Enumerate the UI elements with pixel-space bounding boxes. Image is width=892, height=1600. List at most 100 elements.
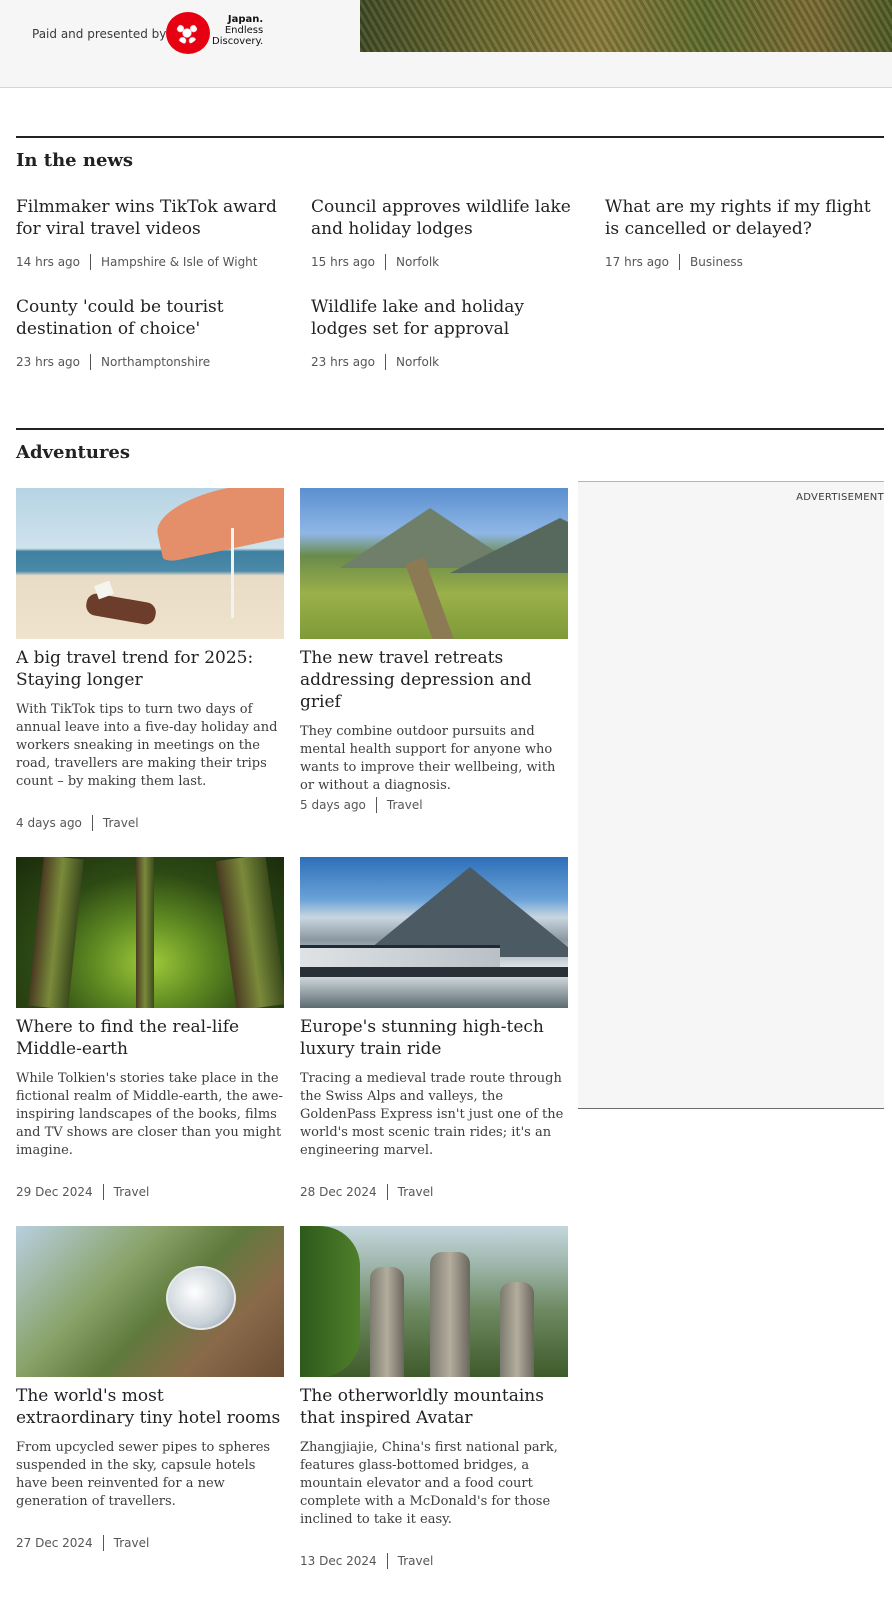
card-meta: 13 Dec 2024 Travel — [300, 1553, 433, 1569]
card-headline[interactable]: Where to find the real-life Middle-earth — [16, 1016, 284, 1060]
tree-trunk-shape — [136, 857, 154, 1008]
card-time: 27 Dec 2024 — [16, 1536, 93, 1550]
adventures-title: Adventures — [16, 442, 131, 463]
news-headline[interactable]: Council approves wildlife lake and holid… — [311, 196, 583, 240]
card-summary: With TikTok tips to turn two days of ann… — [16, 702, 278, 789]
alpine-train-image[interactable] — [300, 857, 568, 1008]
bridge-shape — [300, 967, 568, 977]
meta-divider — [385, 354, 387, 370]
trail-shape — [405, 557, 455, 639]
card-headline[interactable]: The world's most extraordinary tiny hote… — [16, 1385, 284, 1429]
news-time: 15 hrs ago — [311, 255, 376, 269]
card-tag[interactable]: Travel — [114, 1536, 150, 1550]
card-tag[interactable]: Travel — [103, 816, 139, 830]
adventure-card[interactable]: The otherworldly mountains that inspired… — [300, 1226, 568, 1529]
news-headline[interactable]: What are my rights if my flight is cance… — [605, 196, 885, 240]
meta-divider — [386, 1553, 388, 1569]
card-meta: 4 days ago Travel — [16, 815, 139, 831]
umbrella-pole-shape — [231, 528, 234, 618]
capsule-hotel-image[interactable] — [16, 1226, 284, 1377]
card-tag[interactable]: Travel — [387, 798, 423, 812]
beach-reading-image[interactable] — [16, 488, 284, 639]
adventure-card[interactable]: A big travel trend for 2025: Staying lon… — [16, 488, 284, 791]
card-time: 5 days ago — [300, 798, 366, 812]
news-time: 23 hrs ago — [311, 355, 376, 369]
sponsor-label: Paid and presented by — [32, 27, 167, 41]
card-meta: 29 Dec 2024 Travel — [16, 1184, 149, 1200]
card-headline[interactable]: The otherworldly mountains that inspired… — [300, 1385, 568, 1429]
avatar-mountains-image[interactable] — [300, 1226, 568, 1377]
card-tag[interactable]: Travel — [114, 1185, 150, 1199]
news-time: 17 hrs ago — [605, 255, 670, 269]
train-shape — [300, 945, 500, 967]
news-tag[interactable]: Norfolk — [396, 355, 439, 369]
umbrella-shape — [151, 488, 284, 563]
card-time: 28 Dec 2024 — [300, 1185, 377, 1199]
news-tag[interactable]: Northamptonshire — [101, 355, 210, 369]
news-meta: 23 hrs ago Northamptonshire — [16, 354, 210, 370]
meta-divider — [90, 354, 92, 370]
meta-divider — [386, 1184, 388, 1200]
rock-pillar-shape — [370, 1267, 404, 1377]
meta-divider — [90, 254, 92, 270]
card-headline[interactable]: The new travel retreats addressing depre… — [300, 647, 568, 713]
sponsor-hero-image[interactable] — [360, 0, 892, 52]
adventure-card[interactable]: Europe's stunning high-tech luxury train… — [300, 857, 568, 1160]
rock-pillar-shape — [500, 1282, 534, 1377]
news-meta: 15 hrs ago Norfolk — [311, 254, 439, 270]
brand-line1: Japan. — [227, 14, 264, 25]
news-meta: 14 hrs ago Hampshire & Isle of Wight — [16, 254, 258, 270]
meta-divider — [385, 254, 387, 270]
card-meta: 28 Dec 2024 Travel — [300, 1184, 433, 1200]
brand-line2: Endless — [224, 25, 264, 36]
adventure-card[interactable]: Where to find the real-life Middle-earth… — [16, 857, 284, 1160]
meta-divider — [91, 815, 93, 831]
adventure-card[interactable]: The new travel retreats addressing depre… — [300, 488, 568, 795]
mountain-shape — [450, 518, 568, 573]
news-item[interactable]: Filmmaker wins TikTok award for viral tr… — [16, 196, 288, 240]
mossy-forest-image[interactable] — [16, 857, 284, 1008]
advertisement-slot[interactable]: ADVERTISEMENT — [578, 481, 884, 1109]
card-headline[interactable]: A big travel trend for 2025: Staying lon… — [16, 647, 284, 691]
advertisement-label: ADVERTISEMENT — [796, 492, 884, 503]
card-time: 13 Dec 2024 — [300, 1554, 377, 1568]
japan-flower-icon — [166, 12, 210, 54]
person-shape — [84, 592, 158, 626]
adventure-card[interactable]: The world's most extraordinary tiny hote… — [16, 1226, 284, 1511]
news-meta: 23 hrs ago Norfolk — [311, 354, 439, 370]
in-the-news-title: In the news — [16, 150, 134, 171]
foliage-shape — [300, 1226, 360, 1377]
in-the-news-rule — [16, 136, 884, 138]
adventures-rule — [16, 428, 884, 430]
card-summary: From upcycled sewer pipes to spheres sus… — [16, 1440, 271, 1509]
card-meta: 5 days ago Travel — [300, 797, 423, 813]
card-tag[interactable]: Travel — [398, 1554, 434, 1568]
news-item[interactable]: What are my rights if my flight is cance… — [605, 196, 885, 240]
rock-pillar-shape — [430, 1252, 470, 1377]
card-headline[interactable]: Europe's stunning high-tech luxury train… — [300, 1016, 568, 1060]
meta-divider — [102, 1184, 104, 1200]
news-headline[interactable]: Filmmaker wins TikTok award for viral tr… — [16, 196, 288, 240]
news-item[interactable]: County 'could be tourist destination of … — [16, 296, 288, 340]
hikers-hills-image[interactable] — [300, 488, 568, 639]
card-summary: Tracing a medieval trade route through t… — [300, 1071, 564, 1158]
news-headline[interactable]: Wildlife lake and holiday lodges set for… — [311, 296, 583, 340]
news-tag[interactable]: Business — [690, 255, 743, 269]
sponsor-banner: Paid and presented by Japan. Endless Dis… — [0, 0, 892, 88]
japan-logo-text: Japan. Endless Discovery. — [212, 14, 263, 47]
card-time: 4 days ago — [16, 816, 82, 830]
mountain-shape — [360, 867, 568, 957]
news-headline[interactable]: County 'could be tourist destination of … — [16, 296, 288, 340]
capsule-pod-shape — [166, 1266, 236, 1330]
news-tag[interactable]: Norfolk — [396, 255, 439, 269]
brand-line3: Discovery. — [212, 36, 264, 47]
tree-trunk-shape — [215, 857, 284, 1008]
japan-logo[interactable]: Japan. Endless Discovery. — [166, 12, 266, 54]
card-tag[interactable]: Travel — [398, 1185, 434, 1199]
news-item[interactable]: Council approves wildlife lake and holid… — [311, 196, 583, 240]
news-tag[interactable]: Hampshire & Isle of Wight — [101, 255, 257, 269]
card-summary: They combine outdoor pursuits and mental… — [300, 724, 556, 793]
card-summary: Zhangjiajie, China's first national park… — [300, 1440, 558, 1527]
news-item[interactable]: Wildlife lake and holiday lodges set for… — [311, 296, 583, 340]
card-time: 29 Dec 2024 — [16, 1185, 93, 1199]
